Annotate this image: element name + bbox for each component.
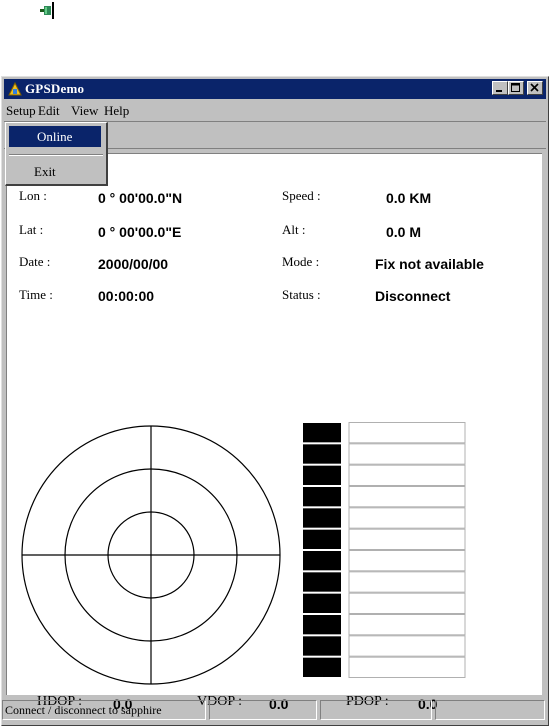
signal-bar <box>348 635 466 657</box>
signal-block <box>303 423 341 443</box>
menu-separator <box>9 154 103 156</box>
time-value: 00:00:00 <box>98 288 155 304</box>
signal-block <box>303 444 341 464</box>
signal-bar <box>348 571 466 593</box>
signal-bar <box>348 507 466 529</box>
status-panel-4 <box>435 700 545 720</box>
signal-block <box>303 615 341 635</box>
signal-block <box>303 593 341 613</box>
signal-bar <box>348 592 466 615</box>
lat-value: 0 ° 00'00.0"E <box>98 224 182 240</box>
title-bar[interactable]: GPSDemo <box>4 79 546 99</box>
signal-block <box>303 657 341 677</box>
maximize-icon <box>511 83 520 92</box>
date-label: Date : <box>19 254 51 269</box>
window-title: GPSDemo <box>25 81 85 96</box>
menu-item-online[interactable]: Online <box>9 126 101 147</box>
lat-label: Lat : <box>19 222 44 237</box>
speed-value: 0.0 KM <box>386 190 432 206</box>
time-label: Time : <box>19 287 53 302</box>
alt-value: 0.0 M <box>386 224 422 240</box>
app-window: GPSDemo Setup Edit View Help Lon : 0 ° 0… <box>1 76 549 726</box>
signal-bar <box>348 422 466 444</box>
minimize-icon <box>496 90 502 92</box>
signal-block <box>303 551 341 571</box>
menu-item-exit[interactable]: Exit <box>34 164 56 180</box>
maximize-button[interactable] <box>508 81 524 95</box>
signal-block <box>303 508 341 528</box>
menu-help[interactable]: Help <box>104 103 129 119</box>
mode-value: Fix not available <box>375 256 484 272</box>
menu-view[interactable]: View <box>71 103 98 119</box>
menu-edit[interactable]: Edit <box>38 103 60 119</box>
status-label: Status : <box>282 287 321 302</box>
menu-bar: Setup Edit View Help <box>4 100 546 120</box>
signal-block <box>303 572 341 592</box>
signal-bar <box>348 528 466 550</box>
status-message: Connect / disconnect to sapphire <box>2 700 206 720</box>
signal-block <box>303 465 341 485</box>
minimize-button[interactable] <box>492 81 508 95</box>
signal-bar <box>348 656 466 678</box>
mode-label: Mode : <box>282 254 320 269</box>
close-icon <box>530 83 539 92</box>
close-button[interactable] <box>527 81 543 95</box>
status-bar: Connect / disconnect to sapphire <box>2 697 548 723</box>
signal-bar <box>348 443 466 465</box>
app-icon <box>8 81 22 96</box>
signal-bar <box>348 486 466 508</box>
lon-label: Lon : <box>19 188 47 203</box>
status-value: Disconnect <box>375 288 451 304</box>
setup-dropdown-menu: Online Exit <box>5 122 108 186</box>
status-panel-2 <box>209 700 317 720</box>
signal-block <box>303 636 341 656</box>
signal-strength-bars <box>303 422 466 678</box>
signal-bar <box>348 550 466 572</box>
date-value: 2000/00/00 <box>98 256 169 272</box>
gps-panel: Lon : 0 ° 00'00.0"N Lat : 0 ° 00'00.0"E … <box>6 153 542 712</box>
connector-icon <box>37 2 59 19</box>
speed-label: Speed : <box>282 188 321 203</box>
satellite-sky-plot <box>20 424 282 686</box>
signal-block <box>303 529 341 549</box>
signal-bar <box>348 464 466 487</box>
signal-block <box>303 487 341 507</box>
alt-label: Alt : <box>282 222 306 237</box>
status-panel-3 <box>320 700 432 720</box>
lon-value: 0 ° 00'00.0"N <box>98 190 183 206</box>
signal-bar <box>348 614 466 636</box>
menu-setup[interactable]: Setup <box>6 103 36 119</box>
